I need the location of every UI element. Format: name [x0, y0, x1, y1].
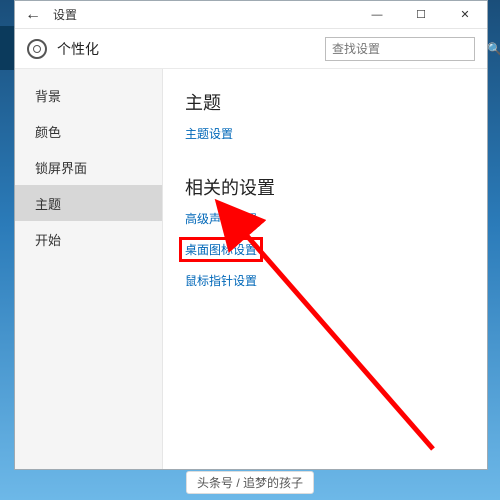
- sidebar: 背景 颜色 锁屏界面 主题 开始: [15, 69, 163, 469]
- gear-icon: [27, 39, 47, 59]
- settings-window: ← 设置 — ☐ ✕ 个性化 🔍 背景 颜色 锁屏界面: [14, 0, 488, 470]
- page-header: 个性化 🔍: [15, 29, 487, 69]
- sidebar-item-label: 颜色: [35, 122, 61, 141]
- search-input[interactable]: [332, 42, 487, 56]
- sidebar-item-background[interactable]: 背景: [15, 77, 162, 113]
- content-pane: 主题 主题设置 相关的设置 高级声音设置 桌面图标设置 鼠标指针设置: [163, 69, 487, 469]
- link-mouse-pointer[interactable]: 鼠标指针设置: [185, 272, 257, 289]
- sidebar-item-themes[interactable]: 主题: [15, 185, 162, 221]
- link-theme-settings[interactable]: 主题设置: [185, 125, 233, 142]
- maximize-icon: ☐: [416, 8, 426, 21]
- sidebar-item-label: 锁屏界面: [35, 158, 87, 177]
- minimize-icon: —: [372, 9, 383, 21]
- search-box[interactable]: 🔍: [325, 37, 475, 61]
- sidebar-item-label: 主题: [35, 194, 61, 213]
- watermark-text: 头条号 / 追梦的孩子: [197, 476, 303, 490]
- window-title: 设置: [51, 6, 77, 23]
- window-body: 背景 颜色 锁屏界面 主题 开始 主题 主题设置 相关的设置 高级声音设置 桌面…: [15, 69, 487, 469]
- arrow-left-icon: ←: [25, 6, 41, 24]
- sidebar-item-colors[interactable]: 颜色: [15, 113, 162, 149]
- link-advanced-sound[interactable]: 高级声音设置: [185, 210, 257, 227]
- maximize-button[interactable]: ☐: [399, 1, 443, 28]
- sidebar-item-lockscreen[interactable]: 锁屏界面: [15, 149, 162, 185]
- sidebar-item-label: 开始: [35, 230, 61, 249]
- page-title: 个性化: [57, 39, 99, 59]
- window-titlebar: ← 设置 — ☐ ✕: [15, 1, 487, 29]
- sidebar-item-start[interactable]: 开始: [15, 221, 162, 257]
- desktop-taskbar-fragment: [0, 26, 14, 70]
- search-icon: 🔍: [487, 42, 500, 56]
- section-heading-theme: 主题: [185, 89, 467, 115]
- watermark-badge: 头条号 / 追梦的孩子: [186, 471, 314, 494]
- sidebar-item-label: 背景: [35, 86, 61, 105]
- close-button[interactable]: ✕: [443, 1, 487, 28]
- section-heading-related: 相关的设置: [185, 174, 467, 200]
- link-desktop-icons[interactable]: 桌面图标设置: [185, 241, 257, 258]
- close-icon: ✕: [460, 8, 469, 21]
- minimize-button[interactable]: —: [355, 1, 399, 28]
- back-button[interactable]: ←: [15, 1, 51, 28]
